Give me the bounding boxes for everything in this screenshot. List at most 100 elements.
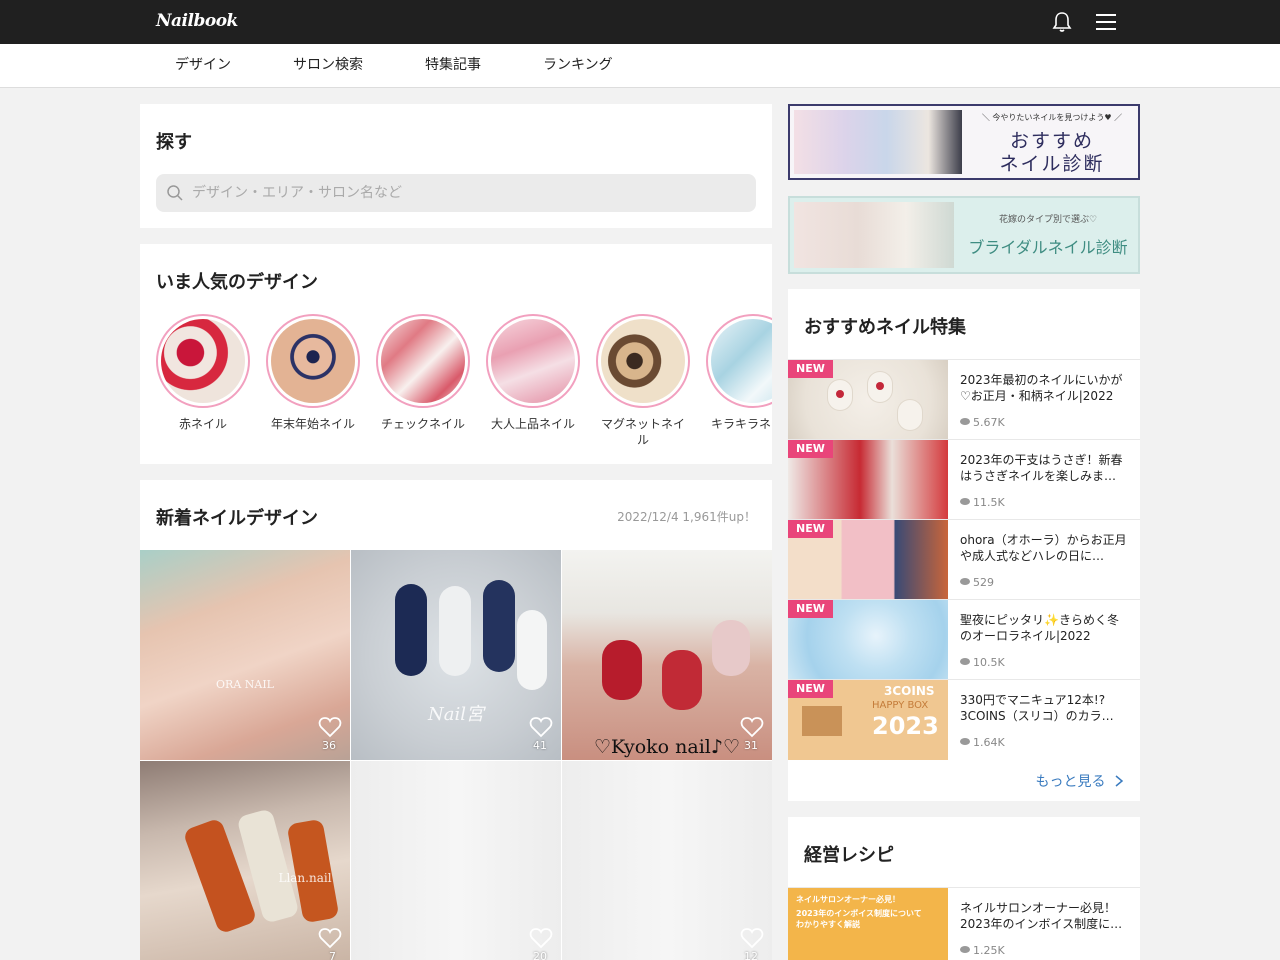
design-watermark: Llan.nail [278, 871, 332, 885]
nail-shape [517, 610, 547, 690]
feature-article[interactable]: NEW ohora（オホーラ）からお正月や成人式などハレの日に… 529 [788, 519, 1140, 600]
popular-item-glitter[interactable]: キラキラネイル [706, 314, 772, 432]
eye-icon [960, 418, 970, 425]
new-badge: NEW [788, 440, 833, 458]
new-designs-card: 新着ネイルデザイン 2022/12/4 1,961件up！ ORA NAIL 3… [140, 480, 772, 960]
design-thumbnail[interactable]: ORA NAIL 36 [140, 550, 350, 760]
new-badge: NEW [788, 680, 833, 698]
nail-shape [602, 640, 642, 700]
design-thumbnail[interactable]: ♡Kyoko nail♪♡ 31 [562, 550, 772, 760]
like-count: 12 [744, 950, 758, 960]
popular-image [711, 319, 772, 403]
banner-illustration [794, 110, 962, 174]
nav-features[interactable]: 特集記事 [425, 44, 481, 87]
nail-shape [712, 620, 750, 676]
like-count: 41 [533, 739, 547, 752]
feature-article[interactable]: NEW 2023年最初のネイルにいかが♡お正月・和柄ネイル|2022 5.67K [788, 359, 1140, 440]
popular-carousel[interactable]: 赤ネイル 年末年始ネイル チェックネイル 大人上品ネイル マグネットネイル キラ… [156, 314, 772, 454]
search-title: 探す [156, 132, 192, 153]
design-thumbnail[interactable]: 12 [562, 761, 772, 960]
chevron-right-icon [1115, 775, 1124, 787]
eye-icon [960, 738, 970, 745]
article-title: ohora（オホーラ）からお正月や成人式などハレの日に… [960, 533, 1127, 563]
management-recipe-card: 経営レシピ ネイルサロンオーナー必見！ 2023年のインボイス制度について わか… [788, 817, 1140, 960]
nav-salon-search[interactable]: サロン検索 [293, 44, 363, 87]
article-views: 5.67K [960, 416, 1005, 429]
nail-shape [662, 650, 702, 710]
popular-item-newyear[interactable]: 年末年始ネイル [266, 314, 360, 432]
new-badge: NEW [788, 520, 833, 538]
like-count: 31 [744, 739, 758, 752]
article-title: 2023年の干支はうさぎ！新春はうさぎネイルを楽しみま… [960, 453, 1123, 483]
popular-image [381, 319, 465, 403]
heart-icon[interactable] [740, 927, 764, 949]
article-title: 聖夜にピッタリ✨きらめく冬のオーロラネイル|2022 [960, 613, 1119, 643]
search-card: 探す [140, 104, 772, 228]
popular-title: いま人気のデザイン [156, 272, 318, 293]
eye-icon [960, 946, 970, 953]
article-views: 1.64K [960, 736, 1005, 749]
like-count: 7 [329, 950, 336, 960]
nail-shape [483, 580, 515, 672]
nailbook-logo[interactable]: Nailbook [156, 9, 248, 33]
article-thumbnail: ネイルサロンオーナー必見！ 2023年のインボイス制度について わかりやすく解説 [788, 888, 948, 960]
main-nav: デザイン サロン検索 特集記事 ランキング [0, 44, 1280, 88]
top-header: Nailbook [0, 0, 1280, 44]
popular-image [271, 319, 355, 403]
nail-shape [395, 584, 427, 676]
like-count: 20 [533, 950, 547, 960]
new-badge: NEW [788, 600, 833, 618]
menu-icon[interactable] [1094, 10, 1118, 34]
eye-icon [960, 498, 970, 505]
nav-ranking[interactable]: ランキング [543, 44, 613, 87]
design-thumbnail[interactable]: Nail宮 41 [351, 550, 561, 760]
recipe-title: 経営レシピ [804, 845, 894, 866]
popular-item-check[interactable]: チェックネイル [376, 314, 470, 432]
eye-icon [960, 658, 970, 665]
popular-item-red[interactable]: 赤ネイル [156, 314, 250, 432]
eye-icon [960, 578, 970, 585]
feature-article[interactable]: 3COINS HAPPY BOX 2023 NEW 330円でマニキュア12本!… [788, 679, 1140, 760]
popular-image [491, 319, 575, 403]
design-watermark: ORA NAIL [216, 678, 274, 691]
article-title: 330円でマニキュア12本!?3COINS（スリコ）のカラ… [960, 693, 1114, 723]
nail-shape [439, 586, 471, 676]
popular-designs-card: いま人気のデザイン 赤ネイル 年末年始ネイル チェックネイル 大人上品ネイル マ… [140, 244, 772, 464]
recommend-nail-diagnosis-banner[interactable]: ＼ 今やりたいネイルを見つけよう♥ ／ おすすめ ネイル診断 [788, 104, 1140, 180]
feature-article[interactable]: NEW 聖夜にピッタリ✨きらめく冬のオーロラネイル|2022 10.5K [788, 599, 1140, 680]
new-designs-meta: 2022/12/4 1,961件up！ [617, 510, 756, 524]
article-views: 10.5K [960, 656, 1005, 669]
banner-illustration [794, 202, 954, 268]
bell-icon[interactable] [1050, 10, 1074, 34]
popular-image [161, 319, 245, 403]
article-views: 11.5K [960, 496, 1005, 509]
search-box[interactable] [156, 174, 756, 212]
search-input[interactable] [192, 174, 742, 212]
popular-item-magnet[interactable]: マグネットネイル [596, 314, 690, 448]
design-watermark: ♡Kyoko nail♪♡ [593, 736, 741, 758]
bridal-nail-diagnosis-banner[interactable]: 花嫁のタイプ別で選ぶ♡ ブライダルネイル診断 [788, 196, 1140, 274]
recommended-features-card: おすすめネイル特集 NEW 2023年最初のネイルにいかが♡お正月・和柄ネイル|… [788, 289, 1140, 801]
feature-article[interactable]: NEW 2023年の干支はうさぎ！新春はうさぎネイルを楽しみま… 11.5K [788, 439, 1140, 520]
heart-icon[interactable] [529, 927, 553, 949]
like-count: 36 [322, 739, 336, 752]
design-thumbnail[interactable]: Llan.nail 7 [140, 761, 350, 960]
new-badge: NEW [788, 360, 833, 378]
heart-icon[interactable] [740, 716, 764, 738]
more-features-link[interactable]: もっと見る [1036, 771, 1124, 791]
search-icon [167, 185, 183, 201]
new-designs-title: 新着ネイルデザイン [156, 508, 318, 529]
design-thumbnail[interactable]: 20 [351, 761, 561, 960]
article-views: 529 [960, 576, 994, 589]
heart-icon[interactable] [318, 716, 342, 738]
nav-design[interactable]: デザイン [175, 44, 231, 87]
popular-item-elegant[interactable]: 大人上品ネイル [486, 314, 580, 432]
heart-icon[interactable] [318, 927, 342, 949]
features-title: おすすめネイル特集 [804, 317, 966, 338]
recipe-article[interactable]: ネイルサロンオーナー必見！ 2023年のインボイス制度について わかりやすく解説… [788, 887, 1140, 960]
popular-image [601, 319, 685, 403]
article-views: 1.25K [960, 944, 1005, 957]
article-title: ネイルサロンオーナー必見！2023年のインボイス制度に… [960, 901, 1123, 931]
article-title: 2023年最初のネイルにいかが♡お正月・和柄ネイル|2022 [960, 373, 1123, 403]
heart-icon[interactable] [529, 716, 553, 738]
